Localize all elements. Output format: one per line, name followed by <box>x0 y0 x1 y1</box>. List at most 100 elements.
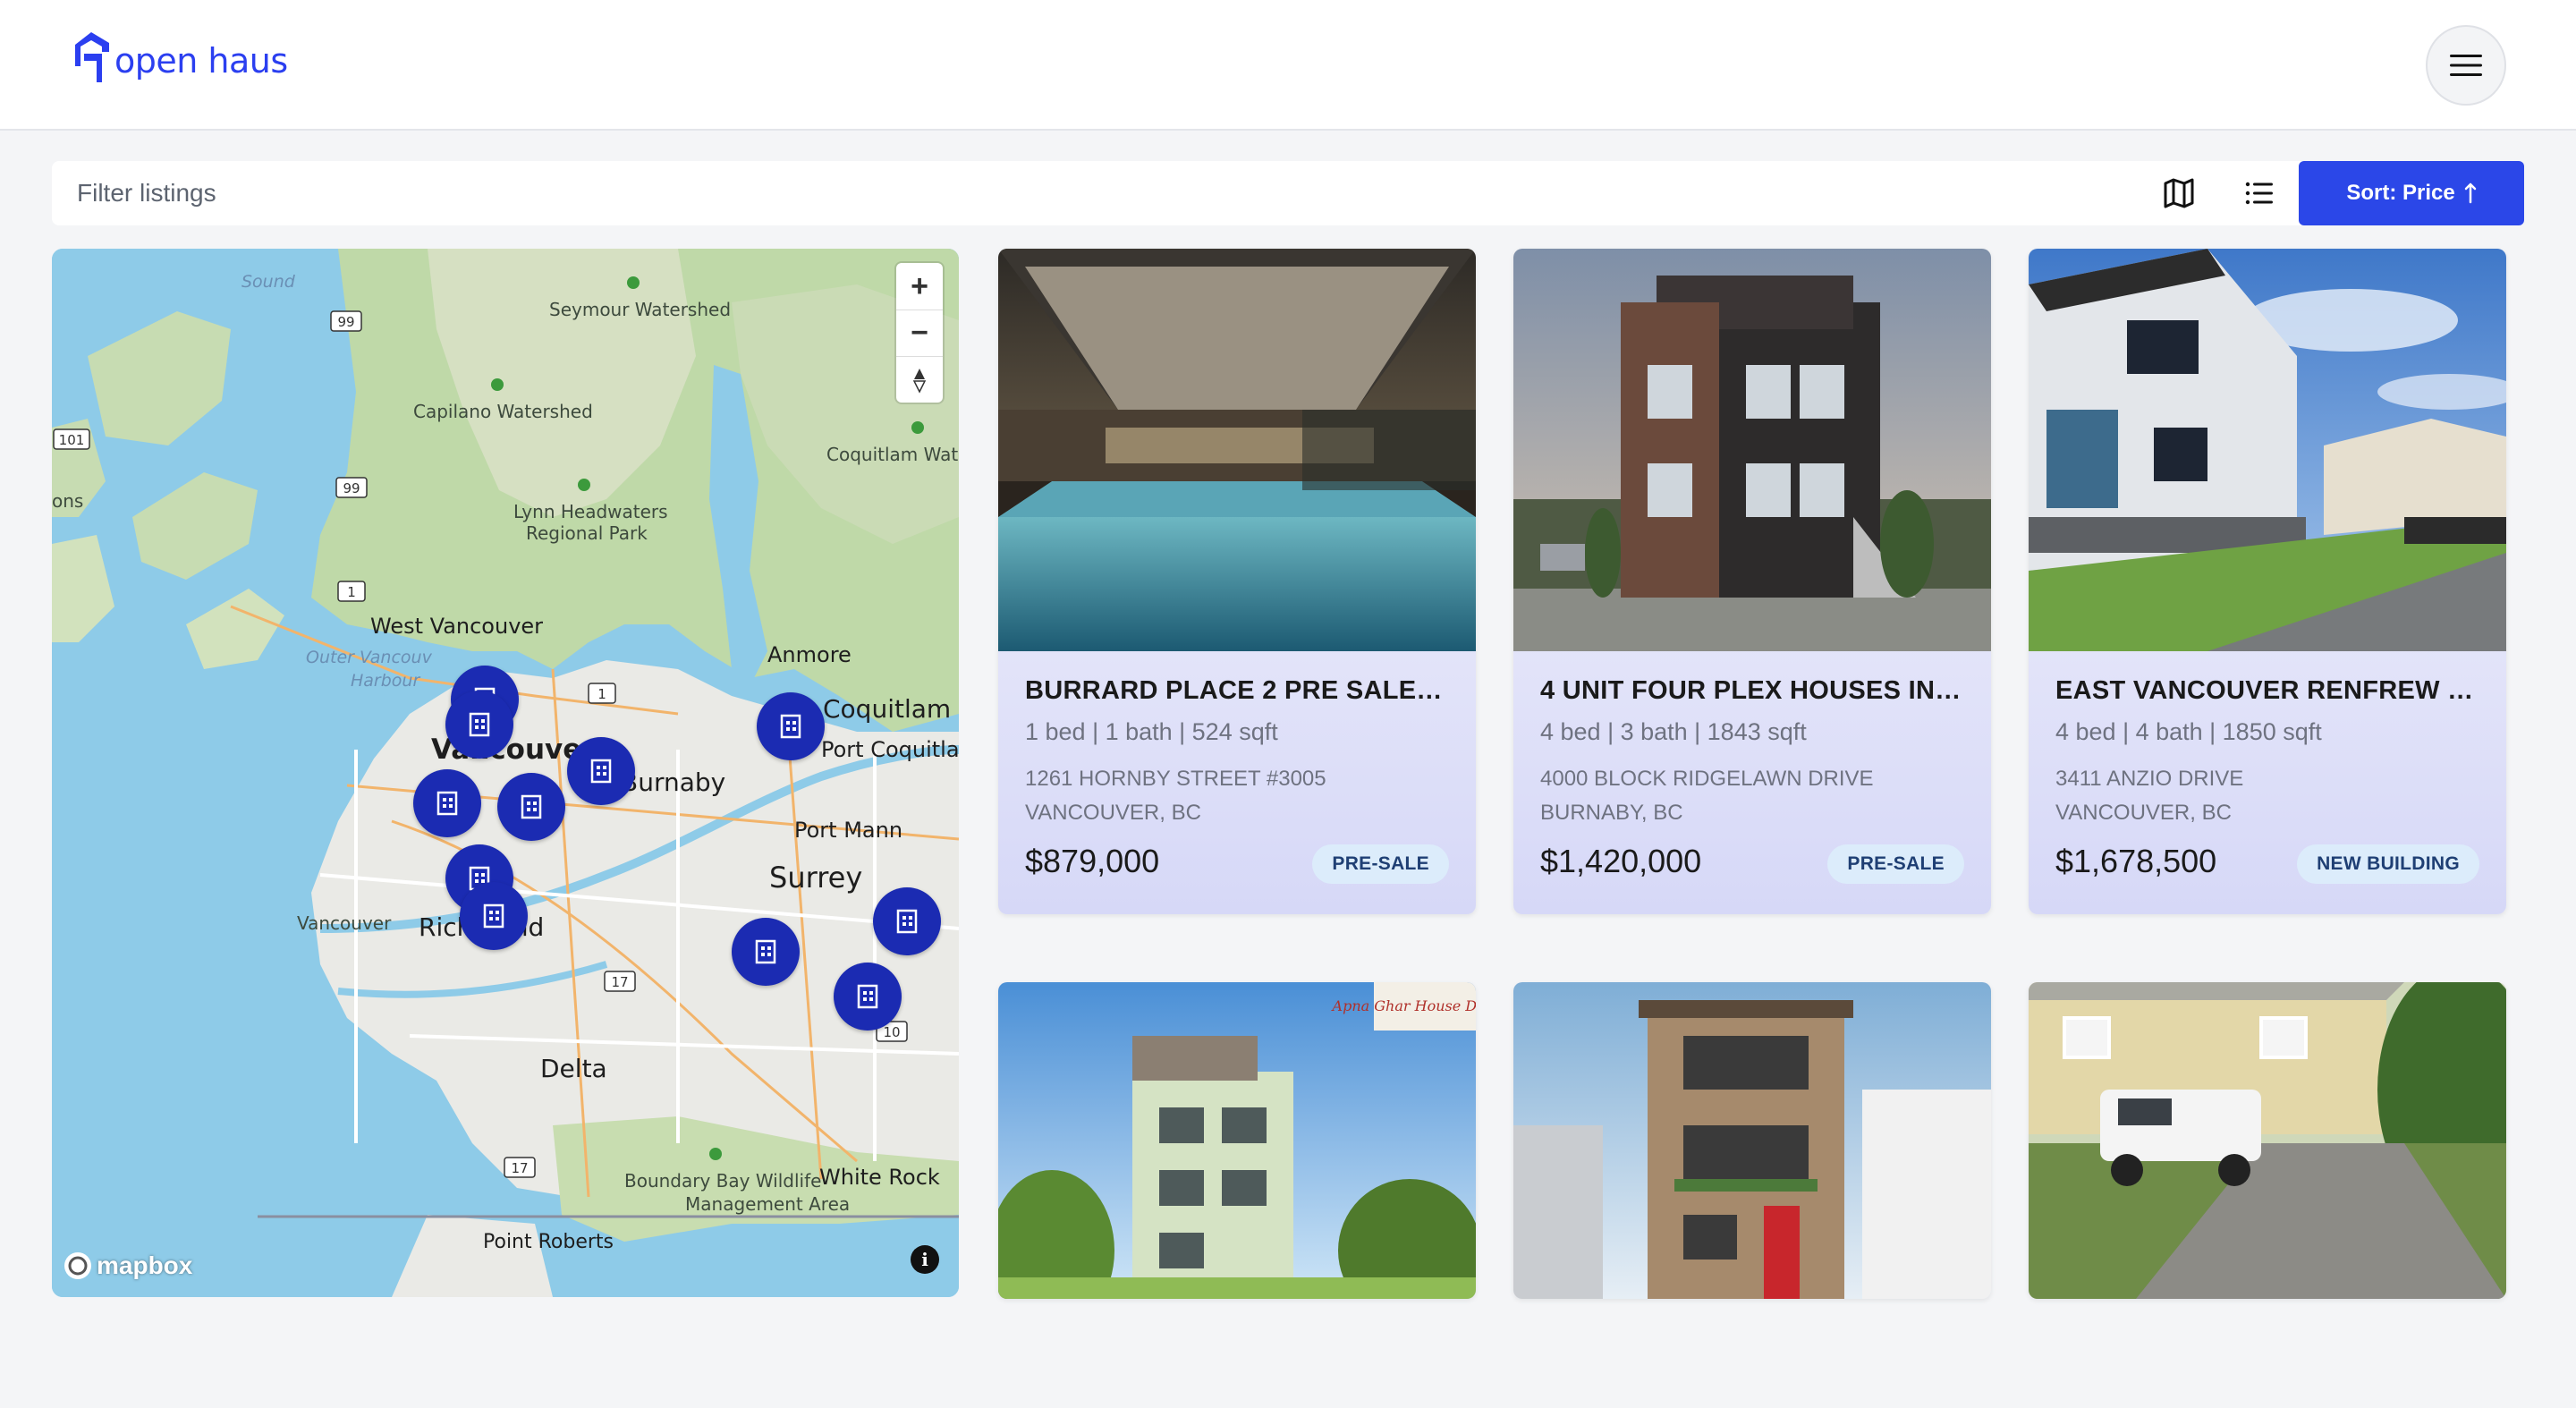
list-icon <box>2245 182 2273 205</box>
listing-photo-duplex <box>2029 249 2506 651</box>
listing-photo-brick-townhouse <box>1513 982 1991 1299</box>
listing-card-body: EAST VANCOUVER RENFREW 1/2 DUPLEX 4 bed … <box>2029 651 2506 914</box>
hamburger-menu-button[interactable] <box>2426 25 2506 106</box>
map-label-port-coquitlam: Port Coquitlam <box>821 737 959 762</box>
compass-button[interactable] <box>896 356 943 403</box>
map-icon <box>2164 178 2194 208</box>
sort-price-button[interactable]: Sort: Price <box>2299 161 2524 225</box>
listing-address-city: BURNABY, BC <box>1540 801 1683 825</box>
map-label-burnaby: Burnaby <box>621 768 726 797</box>
mapbox-logo[interactable]: mapbox <box>63 1251 192 1281</box>
map-label-sound: Sound <box>242 272 295 292</box>
listing-card[interactable]: EAST VANCOUVER RENFREW 1/2 DUPLEX 4 bed … <box>2029 249 2506 914</box>
compass-icon <box>912 368 927 394</box>
map-label-coquitlam: Coquitlam <box>823 694 952 724</box>
map-label-delta: Delta <box>540 1054 607 1083</box>
map-info-button[interactable]: i <box>911 1245 939 1274</box>
listing-price: $879,000 <box>1025 843 1160 879</box>
mapbox-logo-text: mapbox <box>97 1251 193 1279</box>
logo-text: open haus <box>114 41 288 81</box>
building-icon <box>521 794 542 819</box>
listing-card[interactable]: Apna Ghar House Design <box>998 982 1476 1299</box>
list-view-button[interactable] <box>2238 172 2281 215</box>
highway-99-shield-2: 99 <box>343 480 360 496</box>
map-cluster-marker[interactable] <box>460 882 528 950</box>
map-label-outer-harbour-1: Outer Vancouv <box>306 648 432 667</box>
map-cluster-marker[interactable] <box>873 887 941 955</box>
listing-address-city: VANCOUVER, BC <box>1025 801 1201 825</box>
filter-listings-input[interactable] <box>52 161 2109 225</box>
highway-17-shield-2: 17 <box>511 1160 528 1176</box>
map-label-outer-harbour-2: Harbour <box>351 671 420 691</box>
photo-watermark: Apna Ghar House Design <box>1331 997 1476 1014</box>
listing-address: 3411 ANZIO DRIVE VANCOUVER, BC <box>2055 762 2479 830</box>
listing-address: 1261 HORNBY STREET #3005 VANCOUVER, BC <box>1025 762 1449 830</box>
map-view-button[interactable] <box>2157 172 2200 215</box>
map-label-lynn-2: Regional Park <box>526 522 648 544</box>
zoom-in-button[interactable]: + <box>896 263 943 310</box>
open-haus-logo[interactable]: open haus <box>72 30 288 84</box>
building-icon <box>483 903 504 929</box>
listing-stats: 4 bed | 3 bath | 1843 sqft <box>1540 718 1807 745</box>
listing-card[interactable]: 4 UNIT FOUR PLEX HOUSES IN BURNABY 4 bed… <box>1513 249 1991 914</box>
mapbox-icon <box>64 1252 91 1279</box>
map-label-boundary-bay-2: Management Area <box>685 1193 851 1215</box>
listing-photo-indoor-pool <box>998 249 1476 651</box>
listing-photo-fourplex <box>1513 249 1991 651</box>
listing-card-body: BURRARD PLACE 2 PRE SALE 1 BED 1 BATH 1 … <box>998 651 1476 914</box>
listing-price: $1,678,500 <box>2055 843 2217 879</box>
sort-label: Sort: Price <box>2346 181 2455 205</box>
listing-card-body: 4 UNIT FOUR PLEX HOUSES IN BURNABY 4 bed… <box>1513 651 1991 914</box>
map-cluster-marker[interactable] <box>445 691 513 759</box>
building-icon <box>780 714 801 739</box>
arrow-up-icon <box>2464 182 2476 204</box>
listing-status-badge: NEW BUILDING <box>2297 844 2479 884</box>
listing-photo-green-house: Apna Ghar House Design <box>998 982 1476 1299</box>
map-label-lynn-1: Lynn Headwaters <box>513 501 668 522</box>
highway-10-shield: 10 <box>883 1024 900 1040</box>
map-label-port-mann: Port Mann <box>794 818 903 843</box>
building-icon <box>469 712 490 737</box>
listing-address-street: 1261 HORNBY STREET #3005 <box>1025 767 1326 791</box>
listing-stats: 1 bed | 1 bath | 524 sqft <box>1025 718 1278 745</box>
building-icon <box>896 909 918 934</box>
map-label-anmore: Anmore <box>767 642 852 667</box>
listing-title: EAST VANCOUVER RENFREW 1/2 DUPLEX <box>2055 676 2479 705</box>
map-cluster-marker[interactable] <box>834 963 902 1031</box>
listing-address: 4000 BLOCK RIDGELAWN DRIVE BURNABY, BC <box>1540 762 1964 830</box>
listing-address-street: 4000 BLOCK RIDGELAWN DRIVE <box>1540 767 1874 791</box>
map-label-capilano: Capilano Watershed <box>413 401 593 422</box>
listings-map[interactable]: 99 101 99 1 1 17 17 10 Sound Seymour Wat… <box>52 249 959 1297</box>
highway-1-shield-2: 1 <box>597 686 606 702</box>
map-cluster-marker[interactable] <box>497 773 565 841</box>
map-label-white-rock: White Rock <box>819 1165 940 1190</box>
listing-price: $1,420,000 <box>1540 843 1702 879</box>
listing-address-street: 3411 ANZIO DRIVE <box>2055 767 2244 791</box>
map-label-west-vancouver: West Vancouver <box>370 614 544 639</box>
hamburger-menu-icon <box>2450 55 2482 76</box>
highway-1-shield: 1 <box>347 584 356 600</box>
listing-card[interactable]: BURRARD PLACE 2 PRE SALE 1 BED 1 BATH 1 … <box>998 249 1476 914</box>
listing-card[interactable] <box>1513 982 1991 1299</box>
building-icon <box>436 791 458 816</box>
map-label-surrey: Surrey <box>769 861 863 895</box>
highway-101-shield: 101 <box>59 432 85 448</box>
map-label-boundary-bay-1: Boundary Bay Wildlife <box>624 1170 822 1192</box>
map-label-vancouver-airport: Vancouver <box>297 912 392 934</box>
map-cluster-marker[interactable] <box>413 769 481 837</box>
map-zoom-controls: + − <box>896 263 943 403</box>
listings-toolbar: Sort: Price <box>52 161 2524 225</box>
map-cluster-marker[interactable] <box>757 692 825 760</box>
map-label-ons: ons <box>52 490 84 512</box>
zoom-out-button[interactable]: − <box>896 310 943 356</box>
map-label-coquitlam-watershed: Coquitlam Wate <box>826 444 959 465</box>
house-logo-icon <box>75 32 109 82</box>
listing-card[interactable] <box>2029 982 2506 1299</box>
listing-address-city: VANCOUVER, BC <box>2055 801 2232 825</box>
map-cluster-marker[interactable] <box>732 918 800 986</box>
listing-stats: 4 bed | 4 bath | 1850 sqft <box>2055 718 2322 745</box>
listing-title: 4 UNIT FOUR PLEX HOUSES IN BURNABY <box>1540 676 1964 705</box>
top-header: open haus <box>0 0 2576 131</box>
building-icon <box>857 984 878 1009</box>
map-cluster-marker[interactable] <box>567 737 635 805</box>
